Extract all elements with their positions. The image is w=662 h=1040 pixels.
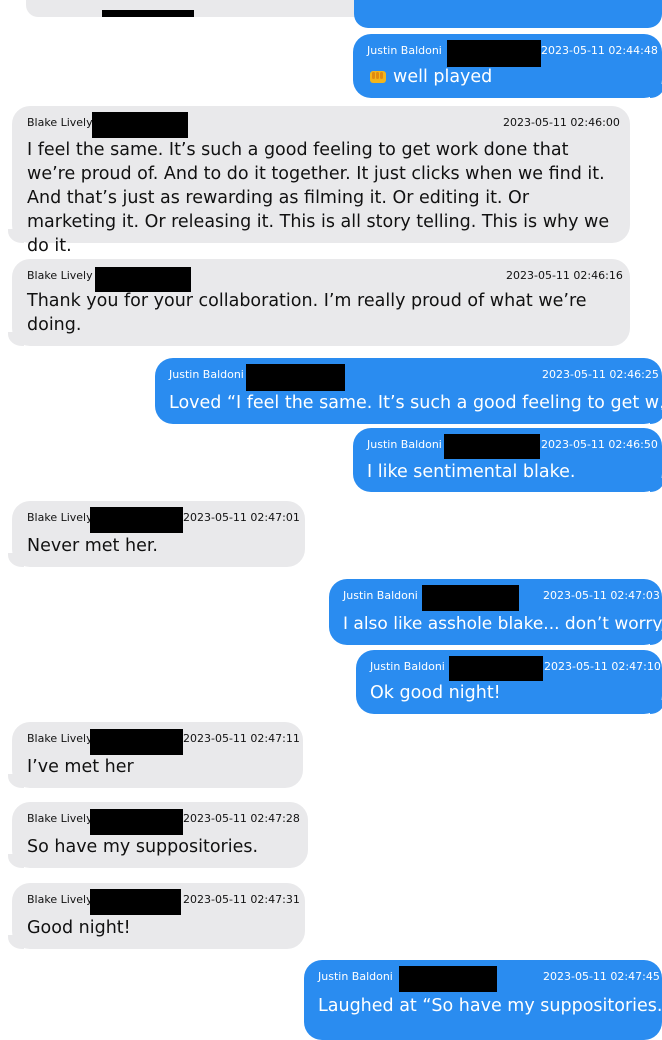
sender-name: Blake Lively bbox=[27, 812, 93, 825]
redaction-bar bbox=[399, 966, 497, 992]
message-text: Good night! bbox=[27, 918, 131, 938]
message-bubble-received[interactable]: Blake Lively 2023-05-11 02:47:28 So have… bbox=[8, 802, 308, 868]
message-text: Laughed at “So have my suppositories. ” bbox=[318, 996, 662, 1016]
message-bubble-sent[interactable]: Justin Baldoni 2023-05-11 02:46:25 Loved… bbox=[155, 358, 662, 424]
redaction-bar bbox=[246, 364, 345, 391]
sender-name: Justin Baldoni bbox=[367, 44, 442, 57]
message-bubble-received[interactable]: Blake Lively 2023-05-11 02:46:16 Thank y… bbox=[8, 259, 630, 346]
redaction-bar bbox=[90, 809, 183, 835]
sender-name: Blake Lively bbox=[27, 893, 93, 906]
message-timestamp: 2023-05-11 02:47:10 bbox=[544, 660, 661, 673]
message-timestamp: 2023-05-11 02:46:50 bbox=[541, 438, 658, 451]
sender-name: Blake Lively bbox=[27, 511, 93, 524]
message-text: Thank you for your collaboration. I’m re… bbox=[27, 291, 587, 335]
sender-name: Blake Lively bbox=[27, 269, 93, 282]
message-bubble-sent[interactable]: Justin Baldoni 2023-05-11 02:46:50 I lik… bbox=[353, 428, 662, 492]
message-text: I like sentimental blake. bbox=[367, 462, 576, 482]
redaction-bar bbox=[447, 40, 541, 67]
redaction-bar bbox=[449, 656, 543, 681]
message-timestamp: 2023-05-11 02:46:00 bbox=[503, 116, 620, 129]
message-timestamp: 2023-05-11 02:47:03 bbox=[543, 589, 660, 602]
message-timestamp: 2023-05-11 02:47:31 bbox=[183, 893, 300, 906]
message-bubble-sent[interactable]: Justin Baldoni 2023-05-11 02:47:45 Laugh… bbox=[304, 960, 662, 1040]
message-text: Loved “I feel the same. It’s such a good… bbox=[169, 393, 662, 413]
message-timestamp: 2023-05-11 02:47:45 bbox=[543, 970, 660, 983]
message-timestamp: 2023-05-11 02:46:16 bbox=[506, 269, 623, 282]
sender-name: Justin Baldoni bbox=[169, 368, 244, 381]
sender-name: Justin Baldoni bbox=[370, 660, 445, 673]
message-timestamp: 2023-05-11 02:47:01 bbox=[183, 511, 300, 524]
message-text: So have my suppositories. bbox=[27, 837, 259, 857]
message-bubble-sent[interactable]: Justin Baldoni 2023-05-11 02:47:03 I als… bbox=[329, 579, 662, 645]
message-text: Ok good night! bbox=[370, 683, 501, 703]
sender-name: Justin Baldoni bbox=[367, 438, 442, 451]
message-bubble-received[interactable]: Blake Lively 2023-05-11 02:47:11 I’ve me… bbox=[8, 722, 303, 788]
message-text: I’ve met her bbox=[27, 757, 134, 777]
message-timestamp: 2023-05-11 02:47:28 bbox=[183, 812, 300, 825]
message-bubble-sent[interactable]: Justin Baldoni 2023-05-11 02:44:48 well … bbox=[353, 34, 662, 98]
sender-name: Blake Lively bbox=[27, 732, 93, 745]
redaction-bar bbox=[90, 507, 183, 533]
message-bubble-received[interactable]: Blake Lively 2023-05-11 02:47:01 Never m… bbox=[8, 501, 305, 567]
message-bubble-sent[interactable]: Justin Baldoni 2023-05-11 02:47:10 Ok go… bbox=[356, 650, 662, 714]
fist-bump-emoji-icon bbox=[370, 71, 386, 83]
message-text: well played bbox=[393, 67, 493, 87]
redaction-bar bbox=[92, 112, 188, 138]
redaction-bar bbox=[102, 10, 194, 17]
message-timestamp: 2023-05-11 02:47:11 bbox=[183, 732, 300, 745]
sender-name: Blake Lively bbox=[27, 116, 93, 129]
sender-name: Justin Baldoni bbox=[318, 970, 393, 983]
sender-name: Justin Baldoni bbox=[343, 589, 418, 602]
redaction-bar bbox=[90, 889, 181, 915]
partial-message-bubble bbox=[354, 0, 662, 28]
message-text: I feel the same. It’s such a good feelin… bbox=[27, 140, 610, 256]
redaction-bar bbox=[444, 434, 540, 459]
message-text: I also like asshole blake... don’t worry bbox=[343, 614, 662, 634]
redaction-bar bbox=[422, 585, 519, 611]
message-bubble-received[interactable]: Blake Lively 2023-05-11 02:46:00 I feel … bbox=[8, 106, 630, 256]
message-timestamp: 2023-05-11 02:44:48 bbox=[541, 44, 658, 57]
message-timestamp: 2023-05-11 02:46:25 bbox=[542, 368, 659, 381]
message-text: Never met her. bbox=[27, 536, 158, 556]
message-bubble-received[interactable]: Blake Lively 2023-05-11 02:47:31 Good ni… bbox=[8, 883, 305, 949]
redaction-bar bbox=[90, 729, 183, 755]
